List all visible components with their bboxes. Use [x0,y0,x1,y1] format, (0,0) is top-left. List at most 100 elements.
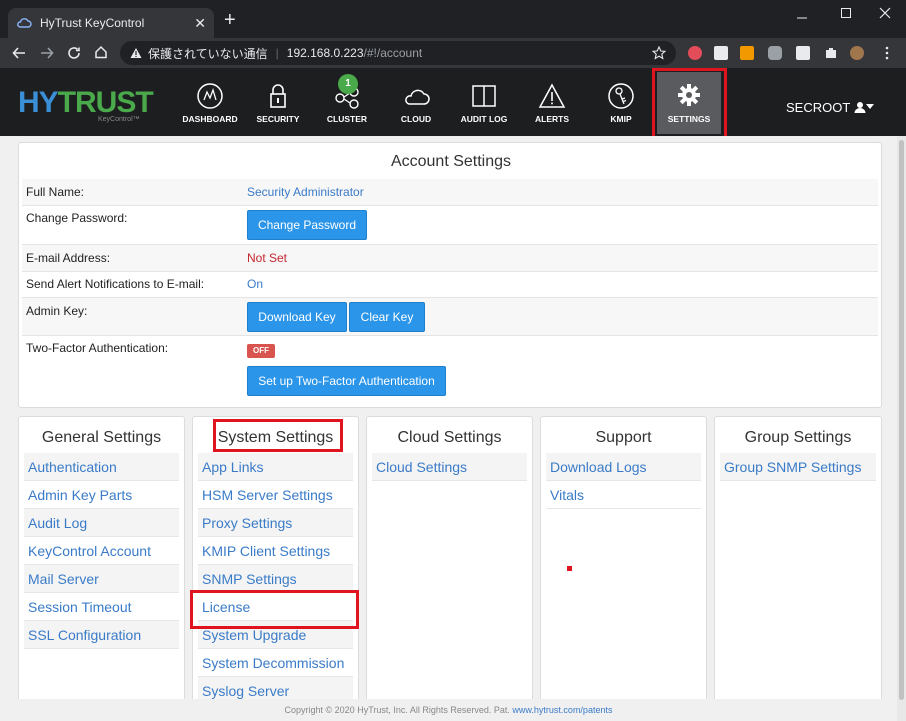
full-name-value[interactable]: Security Administrator [247,179,364,205]
page-footer: Copyright © 2020 HyTrust, Inc. All Right… [0,699,897,721]
nav-alerts[interactable]: ALERTS [518,82,586,132]
general-item-authentication[interactable]: Authentication [24,453,179,481]
general-item-audit-log[interactable]: Audit Log [24,509,179,537]
support-title: Support [595,429,652,446]
account-settings-panel: Account Settings Full Name: Security Adm… [18,142,882,408]
group-settings-title: Group Settings [744,429,852,446]
general-item-ssl-configuration[interactable]: SSL Configuration [24,621,179,649]
general-item-admin-key-parts[interactable]: Admin Key Parts [24,481,179,509]
extension-grid-icon[interactable] [714,46,728,60]
hytrust-logo[interactable]: HYTRUST KeyControl™ [18,86,154,123]
cloud-settings-title: Cloud Settings [397,429,502,446]
system-item-hsm-server-settings[interactable]: HSM Server Settings [198,481,353,509]
change-password-label: Change Password: [26,211,128,225]
logo-sub: KeyControl™ [98,116,140,123]
system-item-proxy-settings[interactable]: Proxy Settings [198,509,353,537]
nav-cloud[interactable]: CLOUD [382,82,450,132]
system-settings-highlight-box [213,419,343,452]
system-item-kmip-client-settings[interactable]: KMIP Client Settings [198,537,353,565]
user-icon [854,102,866,113]
divider [22,205,878,206]
admin-key-label: Admin Key: [26,304,88,318]
setup-two-factor-button[interactable]: Set up Two-Factor Authentication [247,366,446,396]
email-row: E-mail Address: Not Set [22,245,878,271]
divider [22,335,878,336]
browser-toolbar: 保護されていない通信 | 192.168.0.223/#!/account [0,38,906,68]
vertical-scrollbar[interactable] [897,136,906,721]
change-password-button[interactable]: Change Password [247,210,367,240]
two-factor-status-badge: OFF [247,344,275,358]
lock-icon [270,84,286,108]
footer-patents-link[interactable]: www.hytrust.com/patents [512,705,612,715]
system-item-app-links[interactable]: App Links [198,453,353,481]
tab-title: HyTrust KeyControl [40,16,145,30]
cluster-badge: 1 [338,74,358,94]
book-icon [472,85,496,107]
download-key-button[interactable]: Download Key [247,302,347,332]
nav-dashboard[interactable]: DASHBOARD [176,82,244,132]
scrollbar-thumb[interactable] [899,140,904,700]
support-item-vitals[interactable]: Vitals [546,481,701,509]
extension-chart-icon[interactable] [740,46,754,60]
more-menu-icon[interactable] [880,46,894,60]
system-item-snmp-settings[interactable]: SNMP Settings [198,565,353,593]
dashboard-icon [197,83,223,109]
general-item-session-timeout[interactable]: Session Timeout [24,593,179,621]
nav-label: AUDIT LOG [460,114,508,124]
tab-close-icon[interactable]: ✕ [194,15,206,32]
license-highlight-box [190,590,359,629]
admin-key-row: Admin Key: [22,298,878,335]
back-arrow-icon[interactable] [12,46,26,60]
address-bar[interactable]: 保護されていない通信 | 192.168.0.223/#!/account [120,41,676,65]
nav-security[interactable]: SECURITY [244,82,312,132]
nav-label: KMIP [610,114,632,124]
caret-down-icon [865,104,874,109]
url-separator: | [275,46,279,60]
home-icon[interactable] [94,45,108,59]
browser-tab[interactable]: HyTrust KeyControl ✕ [8,8,214,38]
full-name-label: Full Name: [26,185,85,199]
account-settings-title: Account Settings [390,153,512,170]
new-tab-button[interactable]: + [224,10,236,30]
user-menu[interactable]: SECROOT [786,100,874,115]
bookmark-star-icon[interactable] [652,46,666,60]
extension-window-icon[interactable] [796,46,810,60]
general-item-mail-server[interactable]: Mail Server [24,565,179,593]
puzzle-icon[interactable] [824,46,838,60]
url-host: 192.168.0.223 [286,46,364,60]
group-item-group-snmp-settings[interactable]: Group SNMP Settings [720,453,876,481]
extension-red-icon[interactable] [688,46,702,60]
clear-key-button[interactable]: Clear Key [349,302,425,332]
minimize-icon[interactable] [796,12,808,24]
forward-arrow-icon[interactable] [40,46,54,60]
two-factor-label: Two-Factor Authentication: [26,341,169,355]
alert-notifications-row: Send Alert Notifications to E-mail: On [22,271,878,297]
cloud-item-cloud-settings[interactable]: Cloud Settings [372,453,527,481]
logo-trust: TRUST [57,86,154,119]
warning-icon [130,48,142,58]
full-name-row: Full Name: Security Administrator [22,179,878,205]
maximize-icon[interactable] [840,7,852,19]
url-path: /#!/account [363,46,423,60]
nav-cluster[interactable]: 1 CLUSTER [313,74,381,132]
general-settings-panel: General Settings Authentication Admin Ke… [18,416,185,716]
window-close-icon[interactable] [879,7,891,19]
nav-kmip[interactable]: KMIP [587,82,655,132]
nav-label: DASHBOARD [182,114,238,124]
camera-icon[interactable] [768,46,782,60]
cursor-marker [567,566,572,571]
two-factor-row: Two-Factor Authentication: [22,341,878,361]
cloud-icon [17,18,32,28]
nav-audit-log[interactable]: AUDIT LOG [450,82,518,132]
avatar[interactable] [850,46,864,60]
nav-label: CLUSTER [326,114,368,124]
system-item-system-decommission[interactable]: System Decommission [198,649,353,677]
alert-notifications-value[interactable]: On [247,271,263,297]
app-header: HYTRUST KeyControl™ DASHBOARD SECURITY 1… [0,68,906,136]
support-item-download-logs[interactable]: Download Logs [546,453,701,481]
general-item-keycontrol-account[interactable]: KeyControl Account [24,537,179,565]
security-status[interactable]: 保護されていない通信 [148,45,268,62]
reload-icon[interactable] [67,46,81,60]
key-icon [608,83,634,109]
nav-label: CLOUD [400,114,432,124]
